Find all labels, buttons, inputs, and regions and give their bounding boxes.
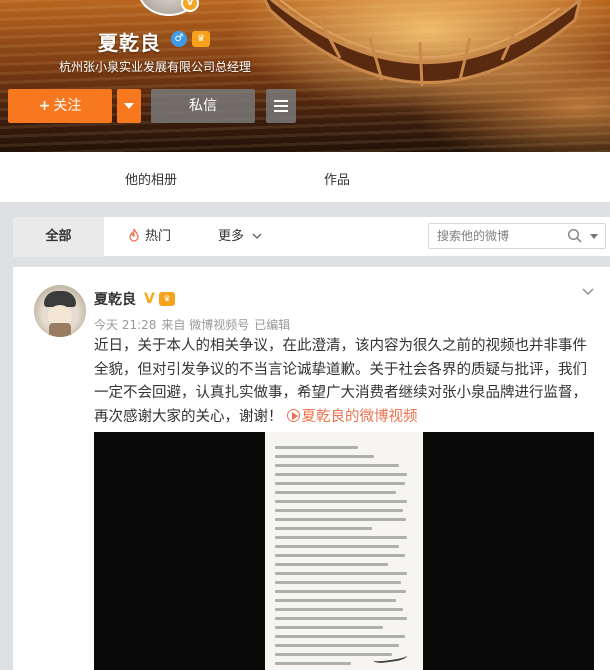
member-crown-icon[interactable]: ♛ [192, 31, 210, 47]
search-box [428, 223, 606, 249]
post-author-avatar[interactable] [34, 285, 86, 337]
avatar-body [49, 323, 71, 337]
doc-line [275, 599, 397, 602]
doc-line [275, 626, 383, 629]
chevron-down-icon[interactable] [580, 285, 596, 299]
profile-cover: v 夏乾良 ♂ ♛ 杭州张小泉实业发展有限公司总经理 + 关注 私信 [0, 0, 610, 152]
doc-line [275, 500, 408, 503]
search-icon[interactable] [567, 228, 583, 244]
hamburger-icon-bar [274, 110, 288, 112]
doc-line [275, 635, 405, 638]
doc-line [275, 509, 404, 512]
search-input[interactable] [437, 224, 557, 248]
video-document-frame [265, 432, 423, 670]
message-button[interactable]: 私信 [151, 89, 255, 123]
tab-hot-label: 热门 [145, 229, 172, 244]
video-player[interactable] [94, 432, 594, 670]
doc-line [275, 554, 405, 557]
doc-line [275, 608, 404, 611]
tab-more-label: 更多 [218, 229, 245, 244]
member-crown-icon[interactable]: ♛ [159, 292, 175, 306]
doc-line [275, 590, 407, 593]
feed-filter-bar: 全部 热门 更多 [13, 217, 610, 257]
doc-line [275, 644, 400, 647]
doc-line [275, 527, 372, 530]
tab-hot[interactable]: 热门 [128, 217, 171, 257]
profile-tabs: 他的相册 作品 [0, 152, 610, 202]
post-text: 近日，关于本人的相关争议，在此澄清，该内容为很久之前的视频也并非事件全貌，但对引… [94, 335, 594, 429]
video-link-label: 夏乾良的微博视频 [301, 408, 418, 425]
doc-line [275, 473, 408, 476]
doc-line [275, 572, 408, 575]
hamburger-icon-bar [274, 105, 288, 107]
doc-line [275, 545, 400, 548]
canoe-illustration [263, 0, 582, 87]
follow-label: 关注 [53, 98, 82, 114]
doc-line [275, 518, 407, 521]
doc-line [275, 446, 358, 449]
tab-works[interactable]: 作品 [324, 152, 350, 202]
doc-line [275, 617, 408, 620]
v-verified-icon[interactable]: V [144, 291, 155, 307]
more-menu-button[interactable] [266, 89, 296, 123]
tab-album[interactable]: 他的相册 [125, 152, 177, 202]
fire-icon [129, 228, 139, 242]
post-edited[interactable]: 已编辑 [254, 318, 290, 332]
doc-line [275, 455, 375, 458]
plus-icon: + [38, 98, 51, 114]
tab-all[interactable]: 全部 [13, 217, 104, 257]
doc-line [275, 464, 400, 467]
signature-mark [372, 649, 408, 665]
follow-dropdown-button[interactable] [117, 89, 141, 123]
profile-name: 夏乾良 [98, 31, 161, 55]
doc-line [275, 563, 389, 566]
search-dropdown-icon[interactable] [589, 233, 599, 241]
doc-line [275, 482, 405, 485]
tab-more[interactable]: 更多 [218, 217, 262, 257]
doc-line [275, 536, 408, 539]
post-meta: 今天 21:28 来自 微博视频号 已编辑 [94, 316, 290, 333]
play-icon [286, 408, 300, 422]
chevron-down-icon [252, 233, 262, 239]
post-source[interactable]: 来自 微博视频号 [161, 318, 249, 332]
doc-line [275, 491, 397, 494]
post-card: 夏乾良 V ♛ 今天 21:28 来自 微博视频号 已编辑 近日，关于本人的相关争议… [13, 267, 610, 670]
follow-button[interactable]: + 关注 [8, 89, 112, 123]
profile-description: 杭州张小泉实业发展有限公司总经理 [59, 60, 252, 74]
video-link[interactable]: 夏乾良的微博视频 [283, 408, 418, 425]
doc-line [275, 581, 401, 584]
doc-line [275, 662, 351, 665]
post-time[interactable]: 今天 21:28 [94, 318, 156, 332]
male-icon: ♂ [171, 31, 187, 47]
post-author-name[interactable]: 夏乾良 [94, 289, 136, 309]
hamburger-icon [274, 100, 288, 102]
